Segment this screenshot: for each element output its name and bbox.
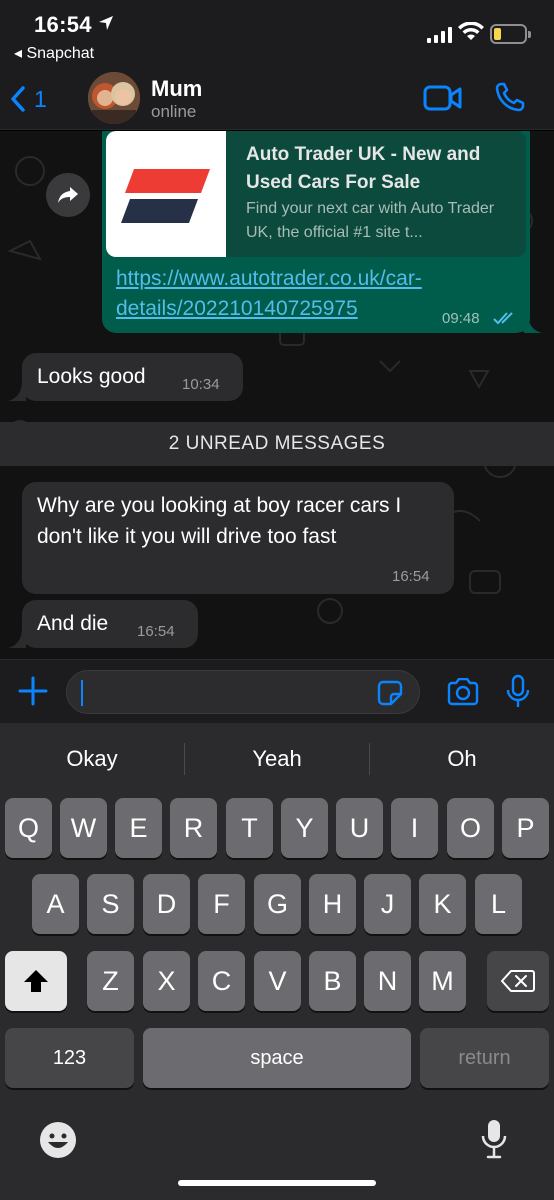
plus-icon[interactable] [18,676,48,706]
incoming-message[interactable]: Why are you looking at boy racer cars I … [22,482,454,594]
outgoing-bubble-tail [524,313,542,333]
key-v[interactable]: V [254,951,301,1011]
backspace-icon [501,970,535,992]
message-timestamp: 10:34 [182,376,220,393]
wifi-icon [458,22,484,40]
cellular-signal-icon [427,27,452,43]
chevron-left-icon [11,86,25,112]
onscreen-keyboard: Okay Yeah Oh Q W E R T Y U I O P A S D F… [0,723,554,1200]
back-button[interactable]: 1 [10,82,58,116]
camera-icon[interactable] [446,678,480,706]
battery-icon [490,24,531,44]
backspace-key[interactable] [487,951,549,1011]
key-g[interactable]: G [254,874,301,934]
link-preview-description: Find your next car with Auto Trader UK, … [246,200,495,241]
return-key[interactable]: return [420,1028,549,1088]
key-y[interactable]: Y [281,798,328,858]
numbers-key[interactable]: 123 [5,1028,134,1088]
key-w[interactable]: W [60,798,107,858]
phone-call-icon[interactable] [494,81,526,113]
forward-arrow-icon [58,187,78,203]
key-o[interactable]: O [447,798,494,858]
back-to-app-link[interactable]: ◂ Snapchat [14,43,94,63]
key-k[interactable]: K [419,874,466,934]
chat-header: 1 Mum online [0,68,554,130]
unread-messages-banner: 2 UNREAD MESSAGES [0,422,554,466]
space-key[interactable]: space [143,1028,411,1088]
key-z[interactable]: Z [87,951,134,1011]
shift-arrow-icon [24,970,48,992]
suggestion-yeah[interactable]: Yeah [185,737,369,781]
key-p[interactable]: P [502,798,549,858]
incoming-message[interactable]: And die 16:54 [22,600,198,648]
key-s[interactable]: S [87,874,134,934]
key-a[interactable]: A [32,874,79,934]
microphone-icon[interactable] [506,674,530,710]
video-call-icon[interactable] [423,84,463,112]
incoming-message[interactable]: Looks good 10:34 [22,353,243,401]
location-arrow-icon [99,16,113,30]
message-text: And die [37,612,109,635]
message-text: Why are you looking at boy racer cars I … [37,494,402,548]
key-q[interactable]: Q [5,798,52,858]
text-caret [81,680,83,706]
key-e[interactable]: E [115,798,162,858]
shift-key[interactable] [5,951,67,1011]
status-bar: 16:54 ◂ Snapchat [0,0,554,68]
key-n[interactable]: N [364,951,411,1011]
dictation-microphone-icon[interactable] [480,1118,508,1160]
key-r[interactable]: R [170,798,217,858]
read-receipt-icon [493,312,513,325]
emoji-icon[interactable] [38,1120,78,1160]
key-m[interactable]: M [419,951,466,1011]
key-j[interactable]: J [364,874,411,934]
outgoing-message-link[interactable]: Auto Trader UK - New and Used Cars For S… [102,131,530,333]
key-i[interactable]: I [391,798,438,858]
key-x[interactable]: X [143,951,190,1011]
sticker-icon[interactable] [377,680,403,706]
forward-button[interactable] [46,173,90,217]
suggestion-oh[interactable]: Oh [370,737,554,781]
message-text: Looks good [37,365,146,388]
link-preview-card[interactable]: Auto Trader UK - New and Used Cars For S… [106,131,526,257]
message-text-field[interactable] [66,670,420,714]
key-t[interactable]: T [226,798,273,858]
message-input-bar [0,659,554,723]
autotrader-logo-thumbnail [106,131,226,257]
link-preview-title: Auto Trader UK - New and Used Cars For S… [246,144,481,193]
contact-status: online [151,102,197,121]
message-timestamp: 16:54 [137,623,175,640]
contact-name[interactable]: Mum [151,76,202,102]
message-timestamp: 16:54 [392,568,430,585]
unread-count: 1 [34,85,47,112]
key-d[interactable]: D [143,874,190,934]
key-u[interactable]: U [336,798,383,858]
key-l[interactable]: L [475,874,522,934]
key-f[interactable]: F [198,874,245,934]
key-h[interactable]: H [309,874,356,934]
message-url-link[interactable]: https://www.autotrader.co.uk/car-details… [116,264,496,324]
status-time: 16:54 [34,12,92,37]
chat-area[interactable]: Auto Trader UK - New and Used Cars For S… [0,131,554,659]
contact-avatar[interactable] [88,72,140,124]
home-indicator[interactable] [178,1180,376,1186]
predictive-text-bar: Okay Yeah Oh [0,737,554,781]
key-c[interactable]: C [198,951,245,1011]
suggestion-okay[interactable]: Okay [0,737,184,781]
key-b[interactable]: B [309,951,356,1011]
message-timestamp: 09:48 [442,310,480,327]
